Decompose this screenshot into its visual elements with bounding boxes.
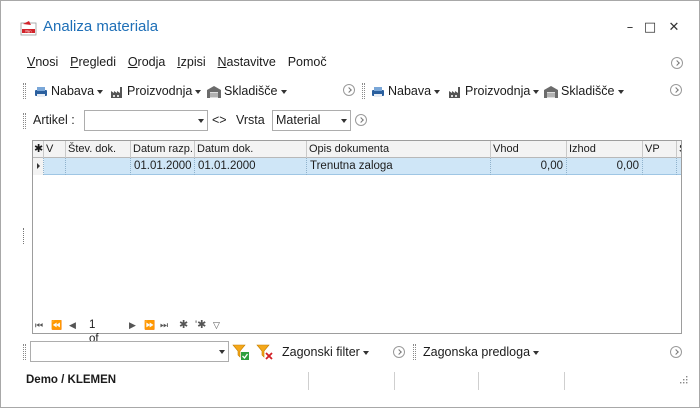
append-copy-icon[interactable]: '✱ [195, 318, 206, 332]
warehouse-icon [544, 85, 558, 98]
skladisce-button[interactable]: Skladišče [206, 81, 287, 101]
main-toolbar: Nabava Proizvodnja Skladišče Nabava Proi… [23, 81, 683, 101]
factory-icon [111, 86, 122, 98]
header-datum-dok[interactable]: Datum dok. [195, 141, 307, 158]
status-separator [394, 372, 395, 390]
warehouse-icon [207, 85, 221, 98]
bottombar-grip[interactable] [23, 344, 26, 360]
menu-nastavitve[interactable]: Nastavitve [218, 55, 276, 69]
documents-grid[interactable]: ✱ V Štev. dok. Datum razp. Datum dok. Op… [32, 140, 682, 334]
nabava-button[interactable]: Nabava [33, 81, 104, 101]
prev-page-icon[interactable]: ⏪ [51, 318, 62, 332]
printer-icon [35, 86, 47, 97]
prev-record-icon[interactable]: ◀ [69, 318, 76, 332]
bottombar-overflow-left-icon[interactable] [393, 346, 405, 358]
header-s[interactable]: S [677, 141, 681, 158]
row-indicator-icon [33, 158, 44, 175]
status-separator [564, 372, 565, 390]
filter-apply-icon[interactable] [232, 343, 250, 361]
grid-header: ✱ V Štev. dok. Datum razp. Datum dok. Op… [33, 141, 681, 158]
splitter-grip[interactable] [23, 228, 25, 244]
cell-opis[interactable]: Trenutna zaloga [307, 158, 491, 175]
header-stev-dok[interactable]: Štev. dok. [66, 141, 131, 158]
cell-datum-dok[interactable]: 01.01.2000 [195, 158, 307, 175]
next-page-icon[interactable]: ⏩ [144, 318, 155, 332]
menu-bar: Vnosi Pregledi Orodja Izpisi Nastavitve … [27, 55, 335, 73]
app-logo-icon: Pan [20, 21, 37, 36]
cell-izhod[interactable]: 0,00 [567, 158, 643, 175]
header-vp[interactable]: VP [643, 141, 677, 158]
maximize-button[interactable]: □ [638, 17, 662, 39]
menu-izpisi[interactable]: Izpisi [177, 55, 206, 69]
cell-datum-razp[interactable]: 01.01.2000 [131, 158, 195, 175]
last-page-icon[interactable]: ⏭ [160, 318, 168, 332]
cell-v[interactable] [44, 158, 66, 175]
window-title: Analiza materiala [43, 18, 159, 35]
filterbar-grip[interactable] [23, 113, 26, 129]
chevron-down-icon [198, 119, 204, 123]
proizvodnja-button-right[interactable]: Proizvodnja [447, 81, 540, 101]
cell-vhod[interactable]: 0,00 [491, 158, 567, 175]
swap-button[interactable]: <> [212, 113, 227, 127]
first-page-icon[interactable]: ⏮ [35, 318, 43, 332]
proizvodnja-button[interactable]: Proizvodnja [109, 81, 202, 101]
factory-icon [449, 86, 460, 98]
nabava-button-right[interactable]: Nabava [370, 81, 441, 101]
printer-icon [372, 86, 384, 97]
toolbar-overflow-right-icon[interactable] [670, 84, 682, 96]
toolbar-grip-right[interactable] [362, 83, 365, 99]
next-record-icon[interactable]: ▶ [129, 318, 136, 332]
status-separator [478, 372, 479, 390]
bottom-toolbar: Zagonski filter Zagonska predloga [23, 341, 683, 363]
chevron-down-icon [219, 350, 225, 354]
menu-orodja[interactable]: Orodja [128, 55, 166, 69]
cell-stev-dok[interactable] [66, 158, 131, 175]
menu-vnosi[interactable]: Vnosi [27, 55, 58, 69]
header-v[interactable]: V [44, 141, 66, 158]
header-opis-dokumenta[interactable]: Opis dokumenta [307, 141, 491, 158]
menu-pregledi[interactable]: Pregledi [70, 55, 116, 69]
close-button[interactable]: ✕ [662, 17, 686, 39]
table-row[interactable]: 01.01.2000 01.01.2000 Trenutna zaloga 0,… [33, 158, 681, 175]
header-izhod[interactable]: Izhod [567, 141, 643, 158]
zagonska-predloga-button[interactable]: Zagonska predloga [423, 342, 540, 362]
bottombar-overflow-right-icon[interactable] [670, 346, 682, 358]
cell-vp[interactable] [643, 158, 677, 175]
filterbar-overflow-icon[interactable] [355, 114, 367, 126]
toolbar-overflow-left-icon[interactable] [343, 84, 355, 96]
status-bar: Demo / KLEMEN [2, 370, 698, 392]
toolbar-grip[interactable] [23, 83, 26, 99]
skladisce-button-right[interactable]: Skladišče [543, 81, 624, 101]
header-indicator[interactable]: ✱ [33, 141, 44, 158]
chevron-down-icon [341, 119, 347, 123]
resize-grip-icon[interactable] [678, 374, 688, 384]
filter-bar: Artikel : <> Vrsta Material [23, 110, 683, 132]
append-record-icon[interactable]: ✱ [179, 318, 188, 332]
zagonski-filter-button[interactable]: Zagonski filter [282, 342, 369, 362]
vrsta-label: Vrsta [236, 113, 265, 127]
filter-clear-icon[interactable] [256, 343, 274, 361]
header-datum-razp[interactable]: Datum razp. [131, 141, 195, 158]
application-window: Pan Analiza materiala – □ ✕ Vnosi Pregle… [0, 0, 700, 408]
menu-pomoc[interactable]: Pomoč [288, 55, 327, 69]
menu-overflow-icon[interactable] [671, 57, 683, 69]
svg-text:Pan: Pan [25, 29, 31, 33]
filter-toggle-icon[interactable]: ▽ [213, 318, 220, 332]
status-user: Demo / KLEMEN [26, 374, 117, 386]
title-bar: Pan Analiza materiala – □ ✕ [1, 1, 699, 49]
vrsta-combo[interactable]: Material [272, 110, 351, 131]
header-vhod[interactable]: Vhod [491, 141, 567, 158]
artikel-combo[interactable] [84, 110, 208, 131]
bottombar-grip-right[interactable] [413, 344, 416, 360]
status-separator [308, 372, 309, 390]
artikel-label: Artikel : [33, 113, 75, 127]
filter-combo[interactable] [30, 341, 229, 362]
